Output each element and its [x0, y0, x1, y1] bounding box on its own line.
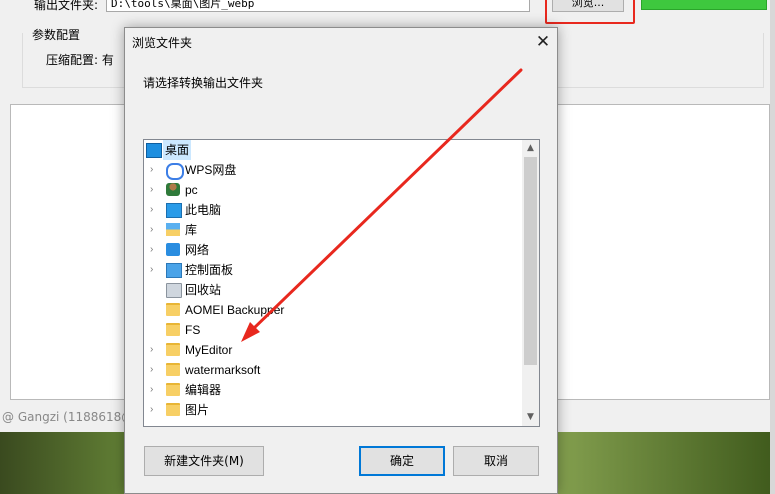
chevron-right-icon[interactable]: ›: [150, 220, 160, 240]
tree-item-label: 库: [185, 223, 198, 237]
tree-item[interactable]: › 编辑器: [144, 380, 522, 400]
tree-item-label: 控制面板: [185, 263, 234, 277]
tree-item-label: 回收站: [185, 283, 222, 297]
control-panel-icon: [166, 263, 182, 278]
recycle-bin-icon: [166, 283, 182, 298]
tree-item[interactable]: 回收站: [144, 280, 522, 300]
tree-item[interactable]: FS: [144, 320, 522, 340]
tree-item[interactable]: › 库: [144, 220, 522, 240]
tree-item-label: pc: [185, 183, 198, 197]
window-edge: [770, 0, 775, 494]
tree-item-label: FS: [185, 323, 201, 337]
folder-icon: [166, 343, 180, 356]
credit-text: @ Gangzi (1188618@: [2, 410, 134, 424]
tree-item-label: watermarksoft: [185, 363, 261, 377]
tree-item[interactable]: › WPS网盘: [144, 160, 522, 180]
tree-item-label: 编辑器: [185, 383, 222, 397]
chevron-right-icon[interactable]: ›: [150, 160, 160, 180]
tree-item-label: MyEditor: [185, 343, 233, 357]
library-icon: [166, 223, 180, 236]
tree-item-label: 图片: [185, 403, 210, 417]
tree-item-label: WPS网盘: [185, 163, 237, 177]
compress-config-label: 压缩配置: 有: [46, 53, 114, 67]
dialog-prompt: 请选择转换输出文件夹: [143, 76, 264, 90]
desktop-icon: [146, 143, 162, 158]
chevron-right-icon[interactable]: ›: [150, 380, 160, 400]
tree-scrollbar[interactable]: ▲ ▼: [522, 140, 539, 426]
folder-icon: [166, 323, 180, 336]
folder-icon: [166, 363, 180, 376]
browse-folder-dialog: 浏览文件夹 ✕ 请选择转换输出文件夹 桌面 › WPS网盘 › pc › 此电脑 › 库 › 网络 ›…: [124, 27, 558, 494]
tree-item[interactable]: › 图片: [144, 400, 522, 420]
network-icon: [166, 243, 180, 256]
tree-item[interactable]: › watermarksoft: [144, 360, 522, 380]
chevron-right-icon[interactable]: ›: [150, 360, 160, 380]
tree-item[interactable]: AOMEI Backupper: [144, 300, 522, 320]
tree-item[interactable]: › pc: [144, 180, 522, 200]
tree-item[interactable]: › 控制面板: [144, 260, 522, 280]
scroll-down-icon[interactable]: ▼: [522, 409, 539, 426]
folder-icon: [166, 403, 180, 416]
params-group-label: 参数配置: [32, 28, 81, 42]
user-icon: [166, 183, 180, 196]
computer-icon: [166, 203, 182, 218]
tree-item-label: AOMEI Backupper: [185, 303, 285, 317]
folder-icon: [166, 383, 180, 396]
dialog-title: 浏览文件夹: [132, 36, 193, 50]
output-folder-field[interactable]: D:\tools\桌面\图片_webp: [106, 0, 530, 12]
cancel-button[interactable]: 取消: [453, 446, 539, 476]
start-button[interactable]: [641, 0, 767, 10]
ok-button[interactable]: 确定: [359, 446, 445, 476]
folder-icon: [166, 303, 180, 316]
tree-item-label: 此电脑: [185, 203, 222, 217]
tree-item[interactable]: › 网络: [144, 240, 522, 260]
tree-item-label: 桌面: [163, 140, 192, 160]
tree-item[interactable]: › MyEditor: [144, 340, 522, 360]
scroll-up-icon[interactable]: ▲: [522, 140, 539, 157]
highlight-box: [545, 0, 635, 24]
folder-tree[interactable]: 桌面 › WPS网盘 › pc › 此电脑 › 库 › 网络 › 控制面板 回收站 AOMEI Backup…: [143, 139, 540, 427]
new-folder-button[interactable]: 新建文件夹(M): [144, 446, 264, 476]
chevron-right-icon[interactable]: ›: [150, 260, 160, 280]
chevron-right-icon[interactable]: ›: [150, 340, 160, 360]
output-folder-label: 输出文件夹:: [34, 0, 99, 12]
chevron-right-icon[interactable]: ›: [150, 240, 160, 260]
chevron-right-icon[interactable]: ›: [150, 180, 160, 200]
scroll-thumb[interactable]: [524, 157, 537, 365]
close-icon[interactable]: ✕: [529, 30, 557, 54]
tree-item[interactable]: 桌面: [144, 140, 522, 160]
tree-item[interactable]: › 此电脑: [144, 200, 522, 220]
cloud-icon: [166, 163, 184, 180]
chevron-right-icon[interactable]: ›: [150, 200, 160, 220]
tree-item-label: 网络: [185, 243, 210, 257]
chevron-right-icon[interactable]: ›: [150, 400, 160, 420]
